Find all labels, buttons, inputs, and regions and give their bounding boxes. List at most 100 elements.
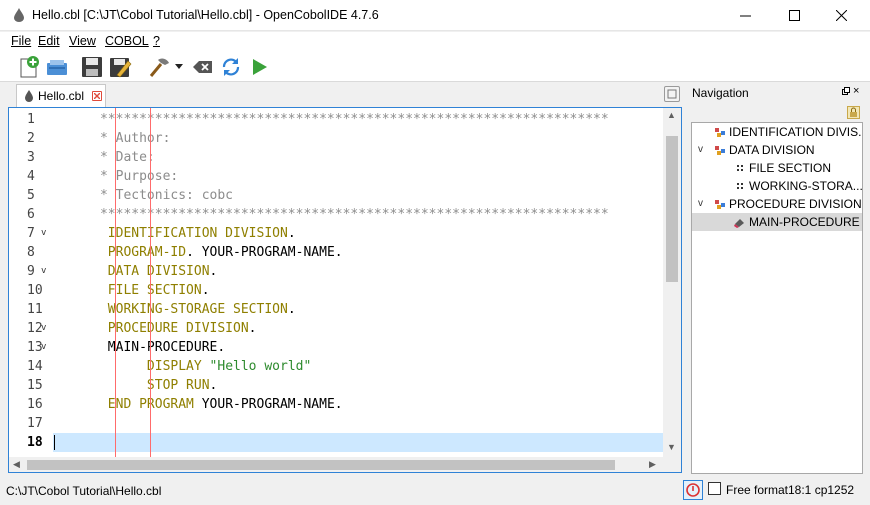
tree-item[interactable]: FILE SECTION xyxy=(692,159,862,177)
save-as-button[interactable] xyxy=(107,55,133,79)
save-button[interactable] xyxy=(79,55,105,79)
code-token: . xyxy=(248,321,257,336)
right-margin-guide xyxy=(150,108,151,457)
horizontal-scroll-thumb[interactable] xyxy=(27,460,615,470)
line-number-text: 14 xyxy=(27,359,43,374)
tab-close-button[interactable] xyxy=(92,91,102,101)
vertical-scroll-thumb[interactable] xyxy=(666,136,678,282)
minimize-icon xyxy=(739,15,751,17)
editor-tab-strip: Hello.cbl xyxy=(8,84,684,108)
line-number: 8 xyxy=(9,243,53,262)
vertical-scrollbar[interactable]: ▲ ▼ xyxy=(663,108,681,457)
close-button[interactable] xyxy=(818,0,864,31)
tree-item[interactable]: WORKING-STORA... xyxy=(692,177,862,195)
paragraph-icon xyxy=(734,219,744,228)
menu-help[interactable]: ? xyxy=(153,34,160,48)
refresh-button[interactable] xyxy=(218,55,244,79)
code-line[interactable]: MAIN-PROCEDURE. xyxy=(53,338,663,357)
tree-expand-chevron-icon[interactable]: v xyxy=(698,195,703,213)
tree-item-label: MAIN-PROCEDURE xyxy=(749,215,860,229)
horizontal-scrollbar[interactable]: ◀ ▶ xyxy=(9,457,663,472)
tab-close-icon xyxy=(94,93,100,99)
clear-button[interactable] xyxy=(190,55,216,79)
toolbar xyxy=(0,52,870,82)
tree-item-label: IDENTIFICATION DIVIS... xyxy=(729,125,863,139)
navigation-tree[interactable]: IDENTIFICATION DIVIS... v DATA DIVISION FIL… xyxy=(691,122,863,474)
line-number-text: 6 xyxy=(27,207,35,222)
navigation-header: Navigation × xyxy=(689,84,863,102)
code-line[interactable]: WORKING-STORAGE SECTION. xyxy=(53,300,663,319)
clear-icon xyxy=(193,61,212,73)
code-line[interactable]: STOP RUN. xyxy=(53,376,663,395)
tree-item-label: PROCEDURE DIVISION xyxy=(729,197,862,211)
code-line[interactable]: * Date: xyxy=(53,148,663,167)
float-panel-icon[interactable] xyxy=(842,87,850,95)
lock-button[interactable] xyxy=(847,106,860,119)
scroll-down-arrow-icon[interactable]: ▼ xyxy=(667,442,676,452)
code-line[interactable]: END PROGRAM YOUR-PROGRAM-NAME. xyxy=(53,395,663,414)
code-token: . xyxy=(287,302,296,317)
menu-edit[interactable]: Edit xyxy=(38,34,60,48)
app-icon xyxy=(14,8,24,22)
menu-view[interactable]: View xyxy=(69,34,96,48)
open-file-button[interactable] xyxy=(44,55,70,79)
code-line[interactable]: FILE SECTION. xyxy=(53,281,663,300)
code-line[interactable]: IDENTIFICATION DIVISION. xyxy=(53,224,663,243)
code-token: IDENTIFICATION DIVISION xyxy=(53,226,288,241)
tree-item[interactable]: v PROCEDURE DIVISION xyxy=(692,195,862,213)
compile-button[interactable] xyxy=(146,55,172,79)
section-icon xyxy=(737,183,743,189)
line-number-text: 7 xyxy=(27,226,35,241)
code-line[interactable]: ****************************************… xyxy=(53,205,663,224)
code-line[interactable]: DATA DIVISION. xyxy=(53,262,663,281)
tree-item[interactable]: IDENTIFICATION DIVIS... xyxy=(692,123,862,141)
tab-list-button[interactable] xyxy=(664,86,680,102)
code-line[interactable]: DISPLAY "Hello world" xyxy=(53,357,663,376)
code-line[interactable] xyxy=(53,433,663,452)
run-button[interactable] xyxy=(246,55,272,79)
tab-hello-cbl[interactable]: Hello.cbl xyxy=(16,84,106,108)
code-line[interactable]: * Author: xyxy=(53,129,663,148)
scroll-left-arrow-icon[interactable]: ◀ xyxy=(13,459,20,470)
code-token: ****************************************… xyxy=(53,112,609,127)
code-line[interactable]: ****************************************… xyxy=(53,110,663,129)
code-token: * Tectonics: cobc xyxy=(53,188,234,203)
tree-item[interactable]: MAIN-PROCEDURE xyxy=(692,213,862,231)
navigation-close-button[interactable]: × xyxy=(853,85,859,97)
code-area[interactable]: END PROGRAM YOUR-PROGRAM-NAME. STOP RUN.… xyxy=(53,108,663,457)
new-file-icon xyxy=(20,56,39,78)
new-file-button[interactable] xyxy=(16,55,42,79)
line-number: 17 xyxy=(9,414,53,433)
line-number-text: 11 xyxy=(27,302,43,317)
tree-item-label: FILE SECTION xyxy=(749,161,832,175)
fold-chevron-icon[interactable]: v xyxy=(41,262,46,281)
free-format-checkbox[interactable] xyxy=(708,482,721,495)
free-format-label[interactable]: Free format xyxy=(726,483,788,497)
code-line[interactable]: * Purpose: xyxy=(53,167,663,186)
scroll-up-arrow-icon[interactable]: ▲ xyxy=(667,110,676,120)
code-line[interactable]: PROGRAM-ID. YOUR-PROGRAM-NAME. xyxy=(53,243,663,262)
code-line[interactable]: PROCEDURE DIVISION. xyxy=(53,319,663,338)
fold-chevron-icon[interactable]: v xyxy=(41,319,46,338)
code-line[interactable] xyxy=(53,414,663,433)
maximize-button[interactable] xyxy=(771,0,817,31)
fold-chevron-icon[interactable]: v xyxy=(41,338,46,357)
menu-cobol[interactable]: COBOL xyxy=(105,34,149,48)
code-line[interactable]: * Tectonics: cobc xyxy=(53,186,663,205)
menu-file[interactable]: File xyxy=(11,34,31,48)
code-editor[interactable]: 1 2 3 4 5 6 7 v 8 9 v 10 11 12 v 13 v 14 15 16 17 18 END PROG… xyxy=(8,107,682,473)
compile-hammer-icon xyxy=(149,58,169,77)
tree-expand-chevron-icon[interactable]: v xyxy=(698,141,703,159)
division-icon xyxy=(715,146,725,155)
line-number: 16 xyxy=(9,395,53,414)
fold-chevron-icon[interactable]: v xyxy=(41,224,46,243)
run-icon xyxy=(253,59,267,75)
close-icon xyxy=(835,10,847,21)
minimize-button[interactable] xyxy=(722,0,768,31)
tree-item[interactable]: v DATA DIVISION xyxy=(692,141,862,159)
error-indicator-button[interactable] xyxy=(683,480,703,500)
line-number-text: 8 xyxy=(27,245,35,260)
compile-dropdown-button[interactable] xyxy=(172,55,186,79)
title-bar: Hello.cbl [C:\JT\Cobol Tutorial\Hello.cb… xyxy=(0,0,870,31)
scroll-right-arrow-icon[interactable]: ▶ xyxy=(649,459,656,470)
